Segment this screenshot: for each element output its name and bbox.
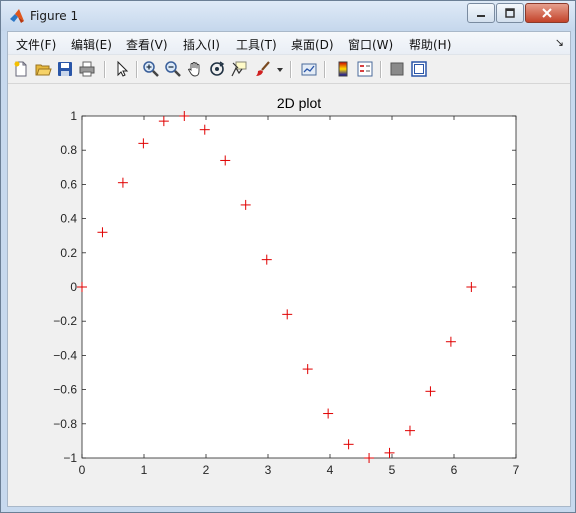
x-tick-label: 2 xyxy=(203,463,210,477)
menu-file[interactable]: 文件(F) xyxy=(16,36,56,53)
figure-toolbar xyxy=(8,55,570,84)
minimize-icon xyxy=(477,15,485,17)
x-tick-label: 1 xyxy=(141,463,148,477)
menu-view[interactable]: 查看(V) xyxy=(126,36,168,53)
figure-canvas[interactable]: 2D plot 0 1 2 3 4 5 6 7 −1 −0.8 −0.6 −0.4 −0.2 0 0.2 0.… xyxy=(8,84,570,506)
y-tick-label: 0.2 xyxy=(60,246,77,260)
save-icon[interactable] xyxy=(56,60,74,78)
menu-tools[interactable]: 工具(T) xyxy=(236,36,277,53)
colorbar-icon[interactable] xyxy=(334,60,352,78)
x-tick-label: 6 xyxy=(451,463,458,477)
toolbar-separator xyxy=(136,61,138,78)
data-cursor-icon[interactable] xyxy=(230,60,248,78)
x-tick-label: 5 xyxy=(389,463,396,477)
maximize-button[interactable] xyxy=(496,3,524,23)
y-tick-label: 0.6 xyxy=(60,177,77,191)
y-tick-label: 0.8 xyxy=(60,143,77,157)
brush-icon[interactable] xyxy=(254,60,272,78)
close-button[interactable] xyxy=(525,3,569,23)
y-tick-label: −0.4 xyxy=(53,348,77,362)
zoom-in-icon[interactable] xyxy=(142,60,160,78)
menu-help[interactable]: 帮助(H) xyxy=(409,36,451,53)
figure-client: 文件(F) 编辑(E) 查看(V) 插入(I) 工具(T) 桌面(D) 窗口(W… xyxy=(7,31,571,507)
x-tick-label: 7 xyxy=(513,463,520,477)
x-tick-label: 0 xyxy=(79,463,86,477)
y-tick-label: 1 xyxy=(70,109,77,123)
new-figure-icon[interactable] xyxy=(12,60,30,78)
y-tick-label: −1 xyxy=(63,451,77,465)
maximize-icon xyxy=(505,8,515,18)
close-icon xyxy=(542,8,552,18)
open-file-icon[interactable] xyxy=(34,60,52,78)
show-plot-tools-icon[interactable] xyxy=(410,60,428,78)
minimize-button[interactable] xyxy=(467,3,495,23)
figure-window: Figure 1 文件(F) 编辑(E) 查看(V) 插入(I) 工具(T) 桌… xyxy=(0,0,576,513)
toolbar-separator xyxy=(290,61,292,78)
matlab-logo-icon xyxy=(10,9,24,23)
print-icon[interactable] xyxy=(78,60,96,78)
toolbar-separator xyxy=(380,61,382,78)
y-tick-label: −0.6 xyxy=(53,383,77,397)
toolbar-separator xyxy=(324,61,326,78)
menu-dock-arrow[interactable]: ↘ xyxy=(555,36,564,49)
menu-bar: 文件(F) 编辑(E) 查看(V) 插入(I) 工具(T) 桌面(D) 窗口(W… xyxy=(8,32,570,55)
plot-title: 2D plot xyxy=(277,95,321,111)
hide-plot-tools-icon[interactable] xyxy=(388,60,406,78)
y-tick-label: −0.2 xyxy=(53,314,77,328)
y-tick-label: 0.4 xyxy=(60,212,77,226)
y-tick-label: 0 xyxy=(70,280,77,294)
link-plot-icon[interactable] xyxy=(300,60,318,78)
window-title: Figure 1 xyxy=(30,9,79,23)
select-arrow-icon[interactable] xyxy=(112,60,130,78)
menu-insert[interactable]: 插入(I) xyxy=(183,36,220,53)
y-tick-label: −0.8 xyxy=(53,417,77,431)
rotate-3d-icon[interactable] xyxy=(208,60,226,78)
menu-edit[interactable]: 编辑(E) xyxy=(71,36,112,53)
axes-plot[interactable]: 2D plot 0 1 2 3 4 5 6 7 −1 −0.8 −0.6 −0.4 −0.2 0 0.2 0.… xyxy=(8,84,570,506)
brush-dropdown-icon[interactable] xyxy=(276,60,284,78)
menu-window[interactable]: 窗口(W) xyxy=(348,36,393,53)
axes-box[interactable] xyxy=(81,115,517,459)
title-bar[interactable]: Figure 1 xyxy=(1,1,575,31)
zoom-out-icon[interactable] xyxy=(164,60,182,78)
legend-icon[interactable] xyxy=(356,60,374,78)
toolbar-separator xyxy=(104,61,106,78)
pan-hand-icon[interactable] xyxy=(186,60,204,78)
x-tick-label: 3 xyxy=(265,463,272,477)
x-tick-label: 4 xyxy=(327,463,334,477)
menu-desktop[interactable]: 桌面(D) xyxy=(291,36,334,53)
